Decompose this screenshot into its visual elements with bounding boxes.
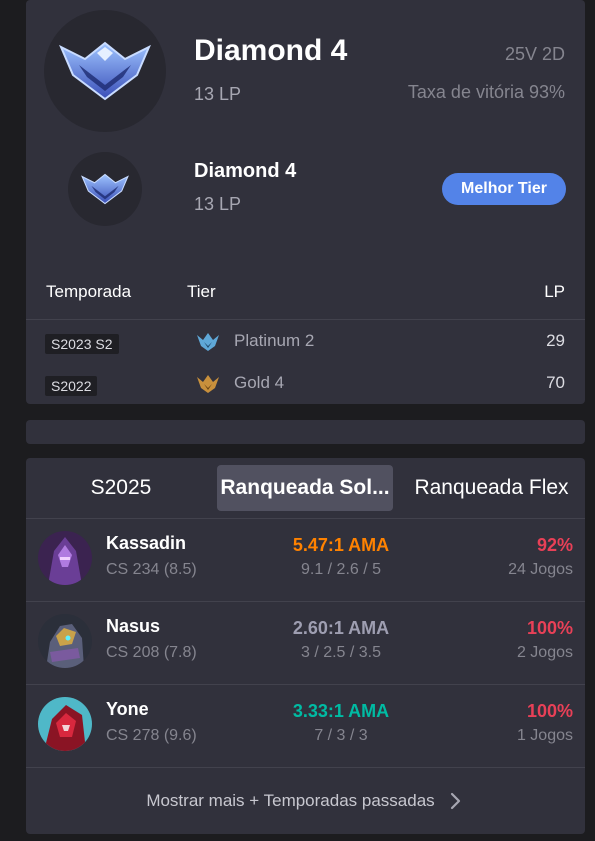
- champion-name: Nasus: [106, 616, 161, 636]
- season-column-header: Temporada: [46, 282, 132, 301]
- champion-stats-card: S2025 Ranqueada Sol... Ranqueada Flex Ka…: [26, 458, 585, 834]
- gold-emblem-icon: [197, 375, 219, 393]
- champion-winrate: 100%: [526, 701, 573, 721]
- champion-cs: CS 208 (7.8): [106, 644, 197, 661]
- champion-kda-ratio: 3.33:1 AMA: [292, 701, 390, 721]
- champion-cs: CS 278 (9.6): [106, 727, 197, 744]
- table-divider: [26, 319, 585, 320]
- champion-row[interactable]: Yone CS 278 (9.6) 3.33:1 AMA 7 / 3 / 3 1…: [26, 685, 585, 768]
- lp-column-header: LP: [544, 282, 565, 301]
- tier-column-header: Tier: [187, 282, 216, 301]
- champion-kda-detail: 3 / 2.5 / 3.5: [300, 644, 382, 661]
- season-badge: S2023 S2: [45, 334, 119, 354]
- tab-season[interactable]: S2025: [66, 465, 176, 511]
- rank-card: Diamond 4 13 LP 25V 2D Taxa de vitória 9…: [26, 0, 585, 404]
- champion-kda-ratio: 5.47:1 AMA: [292, 535, 390, 555]
- season-lp: 29: [546, 331, 565, 350]
- champion-winrate: 100%: [526, 618, 573, 638]
- diamond-emblem-icon: [59, 41, 151, 101]
- yone-avatar: [38, 697, 92, 751]
- chevron-right-icon: [450, 792, 460, 810]
- show-more-button[interactable]: Mostrar mais + Temporadas passadas: [26, 768, 585, 834]
- season-row: S2023 S2 Platinum 2 29: [26, 322, 585, 362]
- champion-kda-ratio: 2.60:1 AMA: [292, 618, 390, 638]
- champion-kda-detail: 9.1 / 2.6 / 5: [300, 561, 382, 578]
- win-rate: Taxa de vitória 93%: [407, 82, 565, 102]
- season-lp: 70: [546, 373, 565, 392]
- champion-name: Yone: [106, 699, 149, 719]
- season-badge: S2022: [45, 376, 98, 396]
- current-rank-emblem: [44, 10, 166, 132]
- queue-tabs: S2025 Ranqueada Sol... Ranqueada Flex: [26, 458, 585, 519]
- champion-kda-detail: 7 / 3 / 3: [314, 727, 368, 744]
- champion-cs: CS 234 (8.5): [106, 561, 197, 578]
- tab-ranked-flex[interactable]: Ranqueada Flex: [404, 465, 579, 511]
- champion-games: 2 Jogos: [516, 644, 573, 661]
- best-rank-lp: 13 LP: [194, 194, 242, 214]
- collapsed-panel: [26, 420, 585, 444]
- champion-winrate: 92%: [536, 535, 573, 555]
- champion-name: Kassadin: [106, 533, 187, 553]
- champion-games: 1 Jogos: [516, 727, 573, 744]
- season-row: S2022 Gold 4 70: [26, 364, 585, 404]
- best-tier-badge: Melhor Tier: [442, 173, 566, 205]
- tab-ranked-solo[interactable]: Ranqueada Sol...: [217, 465, 393, 511]
- season-tier: Platinum 2: [234, 331, 315, 350]
- nasus-avatar: [38, 614, 92, 668]
- platinum-emblem-icon: [197, 333, 219, 351]
- best-rank-emblem: [68, 152, 142, 226]
- win-loss-record: 25V 2D: [504, 44, 565, 64]
- kassadin-avatar: [38, 531, 92, 585]
- champion-games: 24 Jogos: [508, 561, 573, 578]
- current-rank-tier: Diamond 4: [194, 34, 348, 67]
- season-tier: Gold 4: [234, 373, 285, 392]
- diamond-emblem-icon: [81, 173, 129, 205]
- show-more-label: Mostrar mais + Temporadas passadas: [146, 791, 435, 810]
- champion-row[interactable]: Kassadin CS 234 (8.5) 5.47:1 AMA 9.1 / 2…: [26, 519, 585, 602]
- best-rank-tier: Diamond 4: [194, 160, 297, 182]
- champion-row[interactable]: Nasus CS 208 (7.8) 2.60:1 AMA 3 / 2.5 / …: [26, 602, 585, 685]
- current-rank-lp: 13 LP: [194, 84, 242, 104]
